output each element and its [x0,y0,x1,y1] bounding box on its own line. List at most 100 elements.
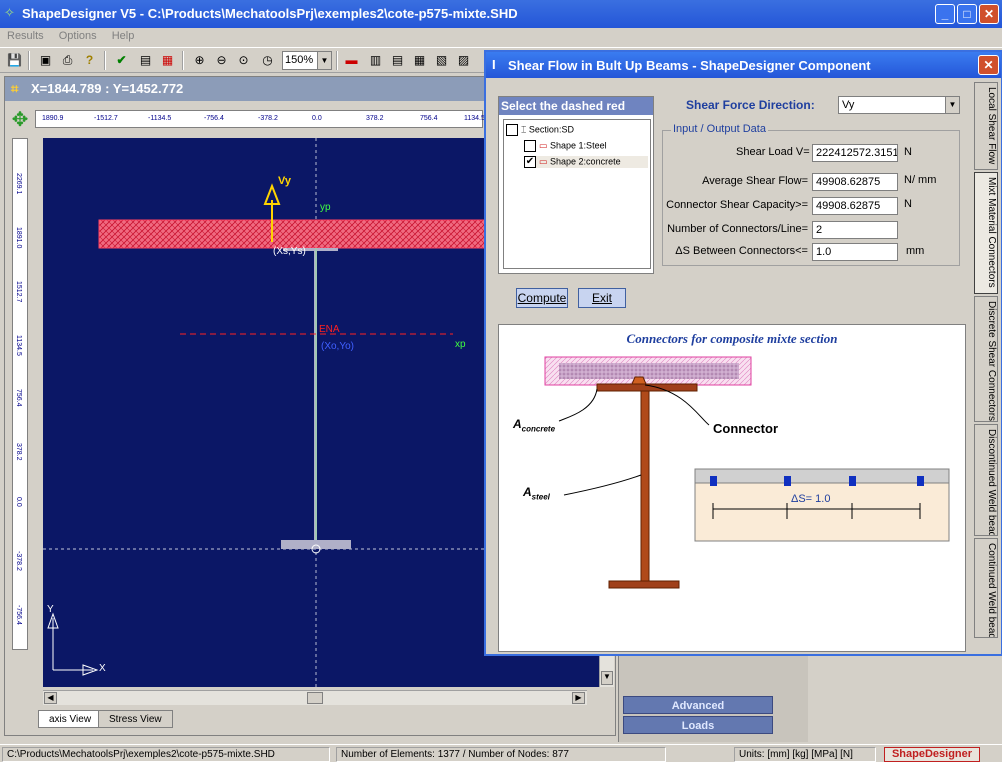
connector-mark [710,476,717,486]
connectors-per-line-label: Number of Connectors/Line= [667,223,808,235]
tab-discontinued-weld-bead[interactable]: Discontinued Weld bead [974,424,998,536]
app-title: ShapeDesigner V5 - C:\Products\Mechatool… [22,6,518,21]
zoom-out-icon[interactable]: ⊖ [212,51,231,70]
tab-stress-view[interactable]: Stress View [98,710,173,728]
concrete-slab [559,363,739,379]
loads-panel-header[interactable]: Loads [623,716,773,734]
ruler-tick-label: 1891.0 [15,227,22,249]
scroll-down-icon[interactable]: ▼ [601,671,613,685]
illustration-title: Connectors for composite mixte section [626,331,838,346]
toolbar-separator [182,51,184,70]
ruler-tick-label: -1134.5 [148,115,172,122]
cursor-coordinates: X=1844.789 : Y=1452.772 [31,81,184,96]
zoom-select[interactable]: 150% ▼ [282,51,332,70]
a-steel-label: Asteel [523,485,550,501]
status-units: Units: [mm] [kg] [MPa] [N] [734,747,876,762]
shape-icon: ▭ [539,156,548,167]
shear-flow-dialog: I Shear Flow in Bult Up Beams - ShapeDes… [484,50,1002,656]
status-bar: C:\Products\MechatoolsPrj\exemples2\cote… [0,744,1002,762]
shear-load-field[interactable]: 222412572.3151 [812,144,898,162]
minimize-button[interactable]: _ [935,4,955,24]
centroid-label: (Xo,Yo) [321,341,354,352]
scroll-thumb[interactable] [307,692,323,704]
document-icon[interactable]: ▤ [136,51,155,70]
tab-mixt-material-connectors[interactable]: Mixt Material Connectors [974,172,998,294]
maximize-button[interactable]: □ [957,4,977,24]
zoom-in-icon[interactable]: ⊕ [190,51,209,70]
tree-item-shape-2[interactable]: ✔ ▭ Shape 2:concrete [524,156,648,168]
ena-label: ENA [319,324,340,335]
zoom-fit-icon[interactable]: ⊙ [234,51,253,70]
status-file-path: C:\Products\MechatoolsPrj\exemples2\cote… [2,747,330,762]
table-icon[interactable]: ▦ [410,51,429,70]
report-icon[interactable]: ▧ [432,51,451,70]
ruler-tick-label: 756.4 [15,389,22,407]
help-icon[interactable]: ? [80,51,99,70]
connector-capacity-unit: N [904,198,912,210]
ruler-tick-label: 378.2 [15,443,22,461]
tab-discrete-shear-connectors[interactable]: Discrete Shear Connectors [974,296,998,422]
tab-axis-view[interactable]: axis View [38,710,103,728]
chevron-down-icon: ▼ [945,97,959,113]
dialog-close-button[interactable]: ✕ [978,55,999,75]
screen-icon[interactable]: ▣ [36,51,55,70]
tab-continued-weld-bead[interactable]: Continued Weld bead [974,538,998,638]
ruler-tick-label: -1512.7 [94,115,118,122]
tree-item-section[interactable]: ⌶ Section:SD [506,124,574,136]
a-concrete-label: Aconcrete [513,417,555,433]
connector-spacing-field[interactable]: 1.0 [812,243,898,261]
layers-icon[interactable]: ▤ [388,51,407,70]
ruler-tick-label: 1134.5 [464,115,485,122]
ruler-tick-label: 2269.1 [15,173,22,195]
connector-capacity-field[interactable]: 49908.62875 [812,197,898,215]
brand-logo: ShapeDesigner [884,747,980,762]
ruler-tick-label: -756.4 [15,605,22,625]
menu-help[interactable]: Help [105,28,140,42]
scroll-left-icon[interactable]: ◀ [44,692,57,704]
connector-stud [631,376,647,385]
steel-bottom-flange [608,580,680,589]
average-shear-flow-field[interactable]: 49908.62875 [812,173,898,191]
a-steel-letter: A [523,485,532,499]
menu-results[interactable]: Results [0,28,49,42]
chart-icon[interactable]: ▨ [454,51,473,70]
toolbar-separator [336,51,338,70]
a-steel-subscript: steel [531,492,550,502]
tree-item-shape-1[interactable]: ▭ Shape 1:Steel [524,140,607,152]
clock-icon[interactable]: ◷ [258,51,277,70]
grid-icon[interactable]: ▥ [366,51,385,70]
concrete-slab-shape [98,219,550,249]
drawing-icon: ⌗ [11,81,19,96]
scroll-right-icon[interactable]: ▶ [572,692,585,704]
palette-icon[interactable]: ▦ [158,51,177,70]
compass-icon[interactable]: ✥ [8,108,32,132]
section-checkbox[interactable] [506,124,518,136]
shape-2-checkbox[interactable]: ✔ [524,156,536,168]
shape-1-checkbox[interactable] [524,140,536,152]
connectors-per-line-field[interactable]: 2 [812,221,898,239]
tree-item-label: Shape 1:Steel [550,140,607,151]
save-icon[interactable]: 💾 [5,51,24,70]
dialog-icon: I [492,57,496,72]
a-concrete-letter: A [513,417,522,431]
dialog-title: Shear Flow in Bult Up Beams - ShapeDesig… [508,58,871,73]
menu-options[interactable]: Options [52,28,102,42]
xp-label: xp [455,339,466,350]
ruler-tick-label: -378.2 [258,115,278,122]
compute-button[interactable]: Compute [516,288,568,308]
print-icon[interactable]: ⎙ [58,51,77,70]
ruler-tick-label: 1890.9 [42,115,64,122]
horizontal-scrollbar[interactable]: ◀ ▶ [43,690,587,705]
shear-direction-value: Vy [842,99,855,111]
shear-direction-label: Shear Force Direction: [686,98,815,112]
shape-tree: ⌶ Section:SD ▭ Shape 1:Steel ✔ ▭ Shape 2:… [503,119,651,269]
app-title-bar: ✧ ShapeDesigner V5 - C:\Products\Mechato… [0,0,1002,28]
shear-direction-select[interactable]: Vy ▼ [838,96,960,114]
advanced-panel-header[interactable]: Advanced [623,696,773,714]
exit-button[interactable]: Exit [578,288,626,308]
ruler-icon[interactable]: ▬ [342,51,361,70]
tab-local-shear-flow[interactable]: Local Shear Flow [974,82,998,170]
close-button[interactable]: ✕ [979,4,999,24]
composite-section-diagram [544,356,950,589]
check-icon[interactable]: ✔ [112,51,131,70]
